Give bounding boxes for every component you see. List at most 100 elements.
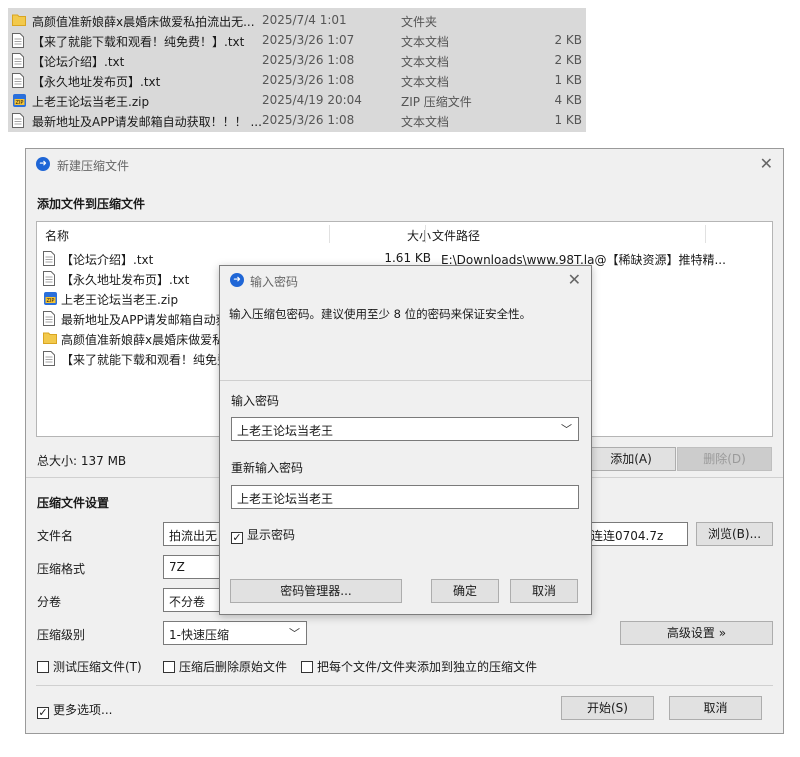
file-row[interactable]: 【来了就能下载和观看！纯免费！】.txt 2025/3/26 1:07 文本文档 2 … — [8, 30, 586, 50]
level-value: 1-快速压缩 — [169, 628, 229, 642]
enter-password-value: 上老王论坛当老王 — [237, 424, 334, 438]
advanced-settings-button[interactable]: 高级设置 » — [620, 621, 773, 645]
archive-settings-section-title: 压缩文件设置 — [37, 496, 110, 510]
file-type: 文本文档 — [401, 75, 450, 89]
svg-text:ZIP: ZIP — [16, 100, 24, 106]
file-type: ZIP 压缩文件 — [401, 95, 472, 109]
level-select[interactable]: 1-快速压缩 ﹀ — [163, 621, 307, 645]
reenter-password-value: 上老王论坛当老王 — [237, 492, 334, 506]
file-type: 文本文档 — [401, 35, 450, 49]
file-size: 1 KB — [554, 113, 582, 127]
add-button[interactable]: 添加(A) — [586, 447, 676, 471]
delete-after-label: 压缩后删除原始文件 — [179, 660, 288, 674]
file-name: 【来了就能下载和观看！纯免费！】.txt — [32, 35, 245, 49]
reenter-password-input[interactable]: 上老王论坛当老王 — [231, 485, 579, 509]
file-date: 2025/3/26 1:08 — [262, 73, 355, 87]
file-row[interactable]: 高颜值准新娘薛x晨婚床做爱私拍流出无... 2025/7/4 1:01 文件夹 — [8, 10, 586, 30]
column-divider[interactable] — [705, 225, 706, 243]
file-date: 2025/3/26 1:08 — [262, 113, 355, 127]
text-file-icon — [43, 251, 55, 269]
text-file-icon — [43, 351, 55, 369]
file-size: 2 KB — [554, 33, 582, 47]
column-header-name[interactable]: 名称 — [45, 227, 69, 244]
split-select[interactable]: 不分卷 — [163, 588, 225, 612]
show-password-checkbox[interactable]: ✓ 显示密码 — [231, 526, 295, 544]
file-date: 2025/4/19 20:04 — [262, 93, 362, 107]
divider — [36, 685, 773, 686]
app-logo-icon: ➜ — [230, 273, 244, 287]
file-date: 2025/3/26 1:07 — [262, 33, 355, 47]
delete-button[interactable]: 删除(D) — [677, 447, 772, 471]
file-name: 上老王论坛当老王.zip — [32, 95, 150, 109]
file-name: 高颜值准新娘薛x晨婚床做爱私拍流出无... — [32, 15, 255, 29]
file-explorer-list: 高颜值准新娘薛x晨婚床做爱私拍流出无... 2025/7/4 1:01 文件夹 【来了… — [8, 8, 586, 132]
filename-tail-value: 连连0704.7z — [591, 529, 664, 543]
browse-button[interactable]: 浏览(B)... — [696, 522, 773, 546]
chevron-down-icon: ﹀ — [289, 627, 300, 640]
delete-after-checkbox[interactable]: 压缩后删除原始文件 — [163, 658, 287, 675]
checkbox-checked-icon[interactable]: ✓ — [37, 707, 49, 719]
text-file-icon — [12, 53, 24, 71]
text-file-icon — [12, 33, 24, 51]
file-name: 【论坛介绍】.txt — [32, 55, 125, 69]
file-row[interactable]: 【论坛介绍】.txt 2025/3/26 1:08 文本文档 2 KB — [8, 50, 586, 70]
chevron-down-icon[interactable]: ﹀ — [561, 421, 572, 437]
file-size: 1 KB — [554, 73, 582, 87]
file-size: 2 KB — [554, 53, 582, 67]
separate-archives-checkbox[interactable]: 把每个文件/文件夹添加到独立的压缩文件 — [301, 658, 537, 675]
filename-input-tail[interactable]: 连连0704.7z — [586, 522, 688, 546]
checkbox-box[interactable] — [37, 661, 49, 673]
format-value: 7Z — [169, 560, 185, 574]
cancel-button[interactable]: 取消 — [510, 579, 578, 603]
show-password-label: 显示密码 — [247, 528, 296, 542]
close-icon[interactable]: ✕ — [760, 156, 773, 172]
file-size: 4 KB — [554, 93, 582, 107]
text-file-icon — [43, 311, 55, 329]
file-date: 2025/7/4 1:01 — [262, 13, 347, 27]
divider — [220, 380, 591, 381]
more-options-label: 更多选项... — [53, 703, 113, 717]
password-dialog: ➜ 输入密码 ✕ 输入压缩包密码。建议使用至少 8 位的密码来保证安全性。 输入… — [219, 265, 592, 615]
file-date: 2025/3/26 1:08 — [262, 53, 355, 67]
file-name: 【永久地址发布页】.txt — [32, 75, 161, 89]
filename-label: 文件名 — [37, 529, 74, 543]
file-row[interactable]: 【永久地址发布页】.txt 2025/3/26 1:08 文本文档 1 KB — [8, 70, 586, 90]
dialog-titlebar: ➜ 新建压缩文件 ✕ — [26, 149, 783, 179]
column-divider[interactable] — [329, 225, 330, 243]
test-archive-checkbox[interactable]: 测试压缩文件(T) — [37, 658, 142, 675]
file-type: 文件夹 — [401, 15, 438, 29]
password-manager-button[interactable]: 密码管理器... — [230, 579, 402, 603]
level-label: 压缩级别 — [37, 628, 86, 642]
column-divider[interactable] — [425, 225, 426, 243]
cancel-button[interactable]: 取消 — [669, 696, 762, 720]
checkbox-checked-icon[interactable]: ✓ — [231, 532, 243, 544]
start-button[interactable]: 开始(S) — [561, 696, 654, 720]
zip-file-icon: ZIP — [12, 93, 27, 111]
test-archive-label: 测试压缩文件(T) — [53, 660, 142, 674]
split-value: 不分卷 — [169, 595, 206, 609]
file-type: 文本文档 — [401, 115, 450, 129]
folder-icon — [43, 331, 57, 347]
total-size: 总大小: 137 MB — [37, 454, 127, 468]
checkbox-box[interactable] — [163, 661, 175, 673]
dialog-title: 新建压缩文件 — [57, 159, 130, 173]
close-icon[interactable]: ✕ — [568, 272, 581, 288]
file-type: 文本文档 — [401, 55, 450, 69]
add-files-section-title: 添加文件到压缩文件 — [37, 197, 146, 211]
ok-button[interactable]: 确定 — [431, 579, 499, 603]
more-options-checkbox[interactable]: ✓ 更多选项... — [37, 701, 112, 719]
format-label: 压缩格式 — [37, 562, 86, 576]
column-header-path[interactable]: 文件路径 — [432, 227, 480, 244]
app-logo-icon: ➜ — [36, 157, 50, 171]
svg-text:ZIP: ZIP — [47, 298, 55, 304]
enter-password-label: 输入密码 — [231, 394, 280, 408]
text-file-icon — [43, 271, 55, 289]
enter-password-input[interactable]: 上老王论坛当老王 ﹀ — [231, 417, 579, 441]
format-select[interactable]: 7Z — [163, 555, 225, 579]
file-row[interactable]: ZIP 上老王论坛当老王.zip 2025/4/19 20:04 ZIP 压缩文件 4 … — [8, 90, 586, 110]
checkbox-box[interactable] — [301, 661, 313, 673]
filename-value: 拍流出无 — [169, 529, 218, 543]
folder-icon — [12, 13, 26, 29]
file-row[interactable]: 最新地址及APP请发邮箱自动获取！！！ .... 2025/3/26 1:08 文本… — [8, 110, 586, 130]
text-file-icon — [12, 73, 24, 91]
